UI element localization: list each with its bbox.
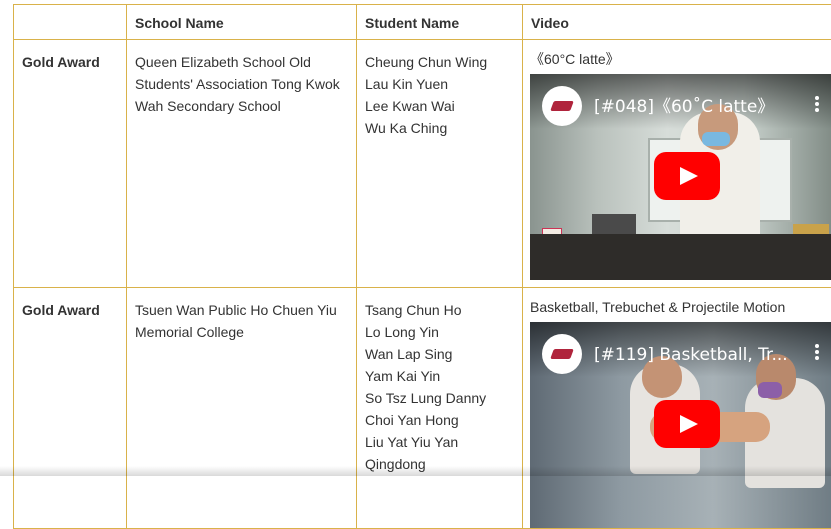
student-name: Wan Lap Sing xyxy=(365,343,522,365)
school-cell: Tsuen Wan Public Ho Chuen Yiu Memorial C… xyxy=(127,288,357,529)
school-cell: Queen Elizabeth School Old Students' Ass… xyxy=(127,40,357,288)
video-cell: 《60°C latte》 [#048]《60˚C latte》 xyxy=(523,40,831,288)
video-cell: Basketball, Trebuchet & Projectile Motio… xyxy=(523,288,831,529)
player-title[interactable]: [#119] Basketball, Tr... xyxy=(594,344,788,366)
table-row: Gold Award Queen Elizabeth School Old St… xyxy=(14,40,831,288)
video-title: Basketball, Trebuchet & Projectile Motio… xyxy=(530,298,831,320)
channel-logo-icon[interactable] xyxy=(542,334,582,374)
student-name: So Tsz Lung Danny xyxy=(365,387,522,409)
youtube-play-icon[interactable] xyxy=(654,400,720,448)
students-cell: Tsang Chun Ho Lo Long Yin Wan Lap Sing Y… xyxy=(357,288,523,529)
table-row: Gold Award Tsuen Wan Public Ho Chuen Yiu… xyxy=(14,288,831,529)
more-vertical-icon[interactable] xyxy=(815,94,821,114)
student-name: Lo Long Yin xyxy=(365,321,522,343)
student-name: Liu Yat Yiu Yan xyxy=(365,431,522,453)
video-player[interactable]: [#119] Basketball, Tr... xyxy=(530,322,831,528)
student-name: Wu Ka Ching xyxy=(365,117,522,139)
header-video: Video xyxy=(523,5,831,40)
player-title[interactable]: [#048]《60˚C latte》 xyxy=(594,96,774,118)
video-player[interactable]: [#048]《60˚C latte》 xyxy=(530,74,831,280)
video-title: 《60°C latte》 xyxy=(530,50,831,72)
header-award xyxy=(14,5,127,40)
more-vertical-icon[interactable] xyxy=(815,342,821,362)
student-name: Yam Kai Yin xyxy=(365,365,522,387)
awards-table: School Name Student Name Video Gold Awar… xyxy=(13,4,831,529)
student-name: Tsang Chun Ho xyxy=(365,299,522,321)
student-name: Lau Kin Yuen xyxy=(365,73,522,95)
students-cell: Cheung Chun Wing Lau Kin Yuen Lee Kwan W… xyxy=(357,40,523,288)
student-name: Lee Kwan Wai xyxy=(365,95,522,117)
student-name: Cheung Chun Wing xyxy=(365,51,522,73)
table-header-row: School Name Student Name Video xyxy=(14,5,831,40)
header-student-name: Student Name xyxy=(357,5,523,40)
bottom-edge-shadow xyxy=(0,466,831,476)
youtube-play-icon[interactable] xyxy=(654,152,720,200)
header-school-name: School Name xyxy=(127,5,357,40)
channel-logo-icon[interactable] xyxy=(542,86,582,126)
award-cell: Gold Award xyxy=(14,40,127,288)
student-name: Choi Yan Hong xyxy=(365,409,522,431)
award-cell: Gold Award xyxy=(14,288,127,529)
